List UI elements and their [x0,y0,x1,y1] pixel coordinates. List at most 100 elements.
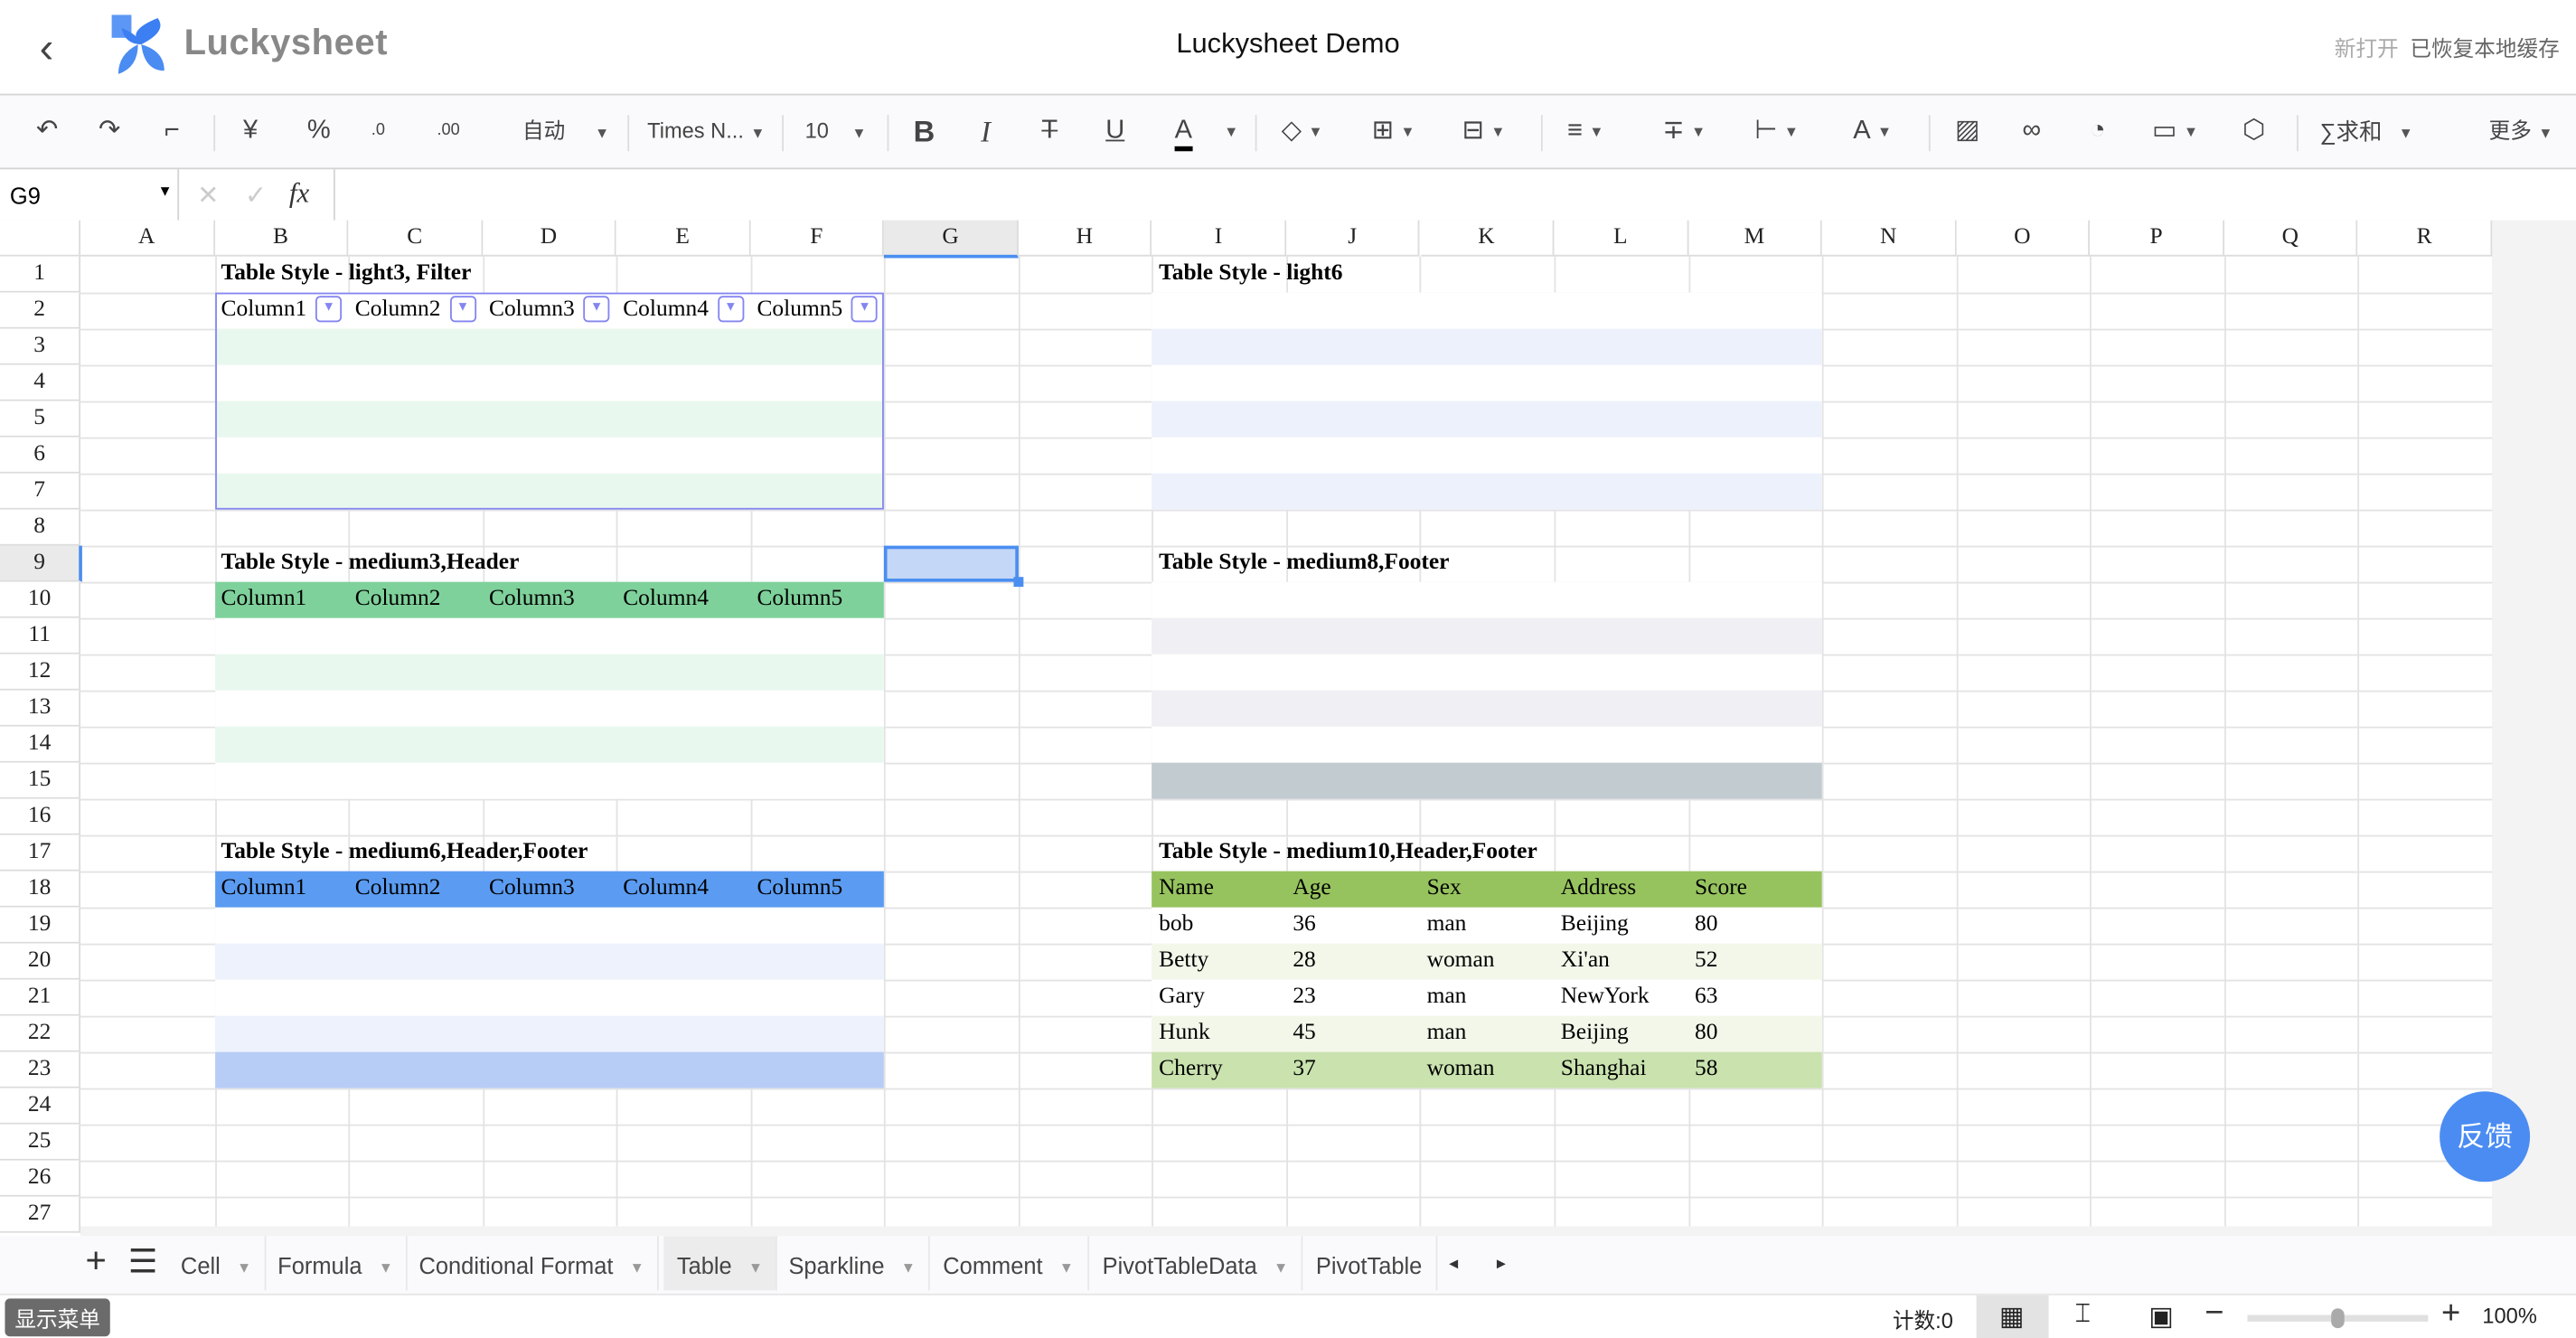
cell-N8[interactable] [1821,509,1959,548]
cell-N14[interactable] [1821,726,1959,765]
cell-M16[interactable] [1688,798,1824,837]
cell-R19[interactable] [2357,907,2494,946]
cell-G13[interactable] [884,690,1020,729]
cell-N3[interactable] [1821,328,1959,367]
cell-Q21[interactable] [2223,979,2360,1018]
cell-A13[interactable] [80,690,217,729]
cell-Q6[interactable] [2223,437,2360,476]
cell-G10[interactable] [884,581,1020,620]
cell-O26[interactable] [1956,1160,2092,1199]
cell-A5[interactable] [80,400,217,439]
caret-down-icon[interactable]: ▼ [1274,1259,1288,1276]
cell-Q23[interactable] [2223,1051,2360,1090]
cell-F8[interactable] [750,509,887,548]
column-header-B[interactable]: B [214,220,349,257]
confirm-icon[interactable]: ✓ [245,179,267,212]
horizontal-align-icon[interactable]: ≡ ▼ [1567,113,1603,149]
column-header-M[interactable]: M [1688,220,1822,257]
cell-A3[interactable] [80,328,217,367]
cell-Q9[interactable] [2223,545,2360,584]
cell-N19[interactable] [1821,907,1959,946]
cell-H2[interactable] [1018,292,1154,331]
filter-dropdown-icon[interactable]: ▼ [315,296,343,323]
cell-I8[interactable] [1152,509,1288,548]
cell-M8[interactable] [1688,509,1824,548]
cell-R5[interactable] [2357,400,2494,439]
cell-P17[interactable] [2090,834,2226,873]
cell-P7[interactable] [2090,473,2226,512]
row-header-20[interactable]: 20 [0,943,81,980]
cell-O9[interactable] [1956,545,2092,584]
cell-Q5[interactable] [2223,400,2360,439]
cell-G16[interactable] [884,798,1020,837]
cell-P4[interactable] [2090,364,2226,403]
cell-A11[interactable] [80,617,217,656]
cell-H11[interactable] [1018,617,1154,656]
cell-M17[interactable] [1688,834,1824,873]
cell-O22[interactable] [1956,1015,2092,1054]
cell-L16[interactable] [1554,798,1690,837]
cell-E8[interactable] [616,509,752,548]
sheet-tab-sparkline[interactable]: Sparkline ▼ [776,1236,931,1291]
cell-R4[interactable] [2357,364,2494,403]
cell-Q2[interactable] [2223,292,2360,331]
cell-A2[interactable] [80,292,217,331]
cell-F17[interactable] [750,834,887,873]
cell-R23[interactable] [2357,1051,2494,1090]
cell-E26[interactable] [616,1160,752,1199]
cell-F9[interactable] [750,545,887,584]
cell-H25[interactable] [1018,1124,1154,1163]
text-rotate-icon[interactable]: A ▼ [1853,113,1892,149]
cell-P14[interactable] [2090,726,2226,765]
cell-A20[interactable] [80,943,217,982]
zoom-in-icon[interactable]: + [2441,1296,2460,1333]
cell-A16[interactable] [80,798,217,837]
feedback-button[interactable]: 反馈 [2440,1091,2531,1183]
cell-G22[interactable] [884,1015,1020,1054]
row-header-24[interactable]: 24 [0,1088,81,1125]
cell-N22[interactable] [1821,1015,1959,1054]
cell-H6[interactable] [1018,437,1154,476]
column-header-N[interactable]: N [1821,220,1957,257]
row-header-1[interactable]: 1 [0,256,81,293]
caret-down-icon[interactable]: ▼ [748,1259,763,1276]
cell-Q8[interactable] [2223,509,2360,548]
fill-handle[interactable] [1013,577,1024,588]
cell-L26[interactable] [1554,1160,1690,1199]
cell-N18[interactable] [1821,871,1959,909]
cell-Q15[interactable] [2223,762,2360,801]
cell-Q4[interactable] [2223,364,2360,403]
vertical-align-icon[interactable]: ∓ ▼ [1662,113,1706,149]
row-header-23[interactable]: 23 [0,1051,81,1088]
cell-O13[interactable] [1956,690,2092,729]
cell-P12[interactable] [2090,654,2226,693]
cell-L1[interactable] [1554,256,1690,295]
row-header-25[interactable]: 25 [0,1124,81,1161]
cell-R13[interactable] [2357,690,2494,729]
cell-A7[interactable] [80,473,217,512]
cell-H1[interactable] [1018,256,1154,295]
cell-G12[interactable] [884,654,1020,693]
cell-Q24[interactable] [2223,1088,2360,1126]
cell-R12[interactable] [2357,654,2494,693]
cell-P26[interactable] [2090,1160,2226,1199]
cell-O11[interactable] [1956,617,2092,656]
cell-F25[interactable] [750,1124,887,1163]
strikethrough-icon[interactable]: T [1041,113,1058,149]
currency-icon[interactable]: ¥ [243,113,258,149]
cell-H19[interactable] [1018,907,1154,946]
cell-H16[interactable] [1018,798,1154,837]
cell-O1[interactable] [1956,256,2092,295]
cell-G21[interactable] [884,979,1020,1018]
caret-down-icon[interactable]: ▼ [379,1259,393,1276]
sheet-tab-comment[interactable]: Comment ▼ [930,1236,1089,1291]
cell-O19[interactable] [1956,907,2092,946]
cell-H21[interactable] [1018,979,1154,1018]
cell-L8[interactable] [1554,509,1690,548]
cell-G24[interactable] [884,1088,1020,1126]
cell-P3[interactable] [2090,328,2226,367]
cell-N21[interactable] [1821,979,1959,1018]
cell-D25[interactable] [482,1124,618,1163]
cell-O25[interactable] [1956,1124,2092,1163]
cell-J8[interactable] [1286,509,1423,548]
